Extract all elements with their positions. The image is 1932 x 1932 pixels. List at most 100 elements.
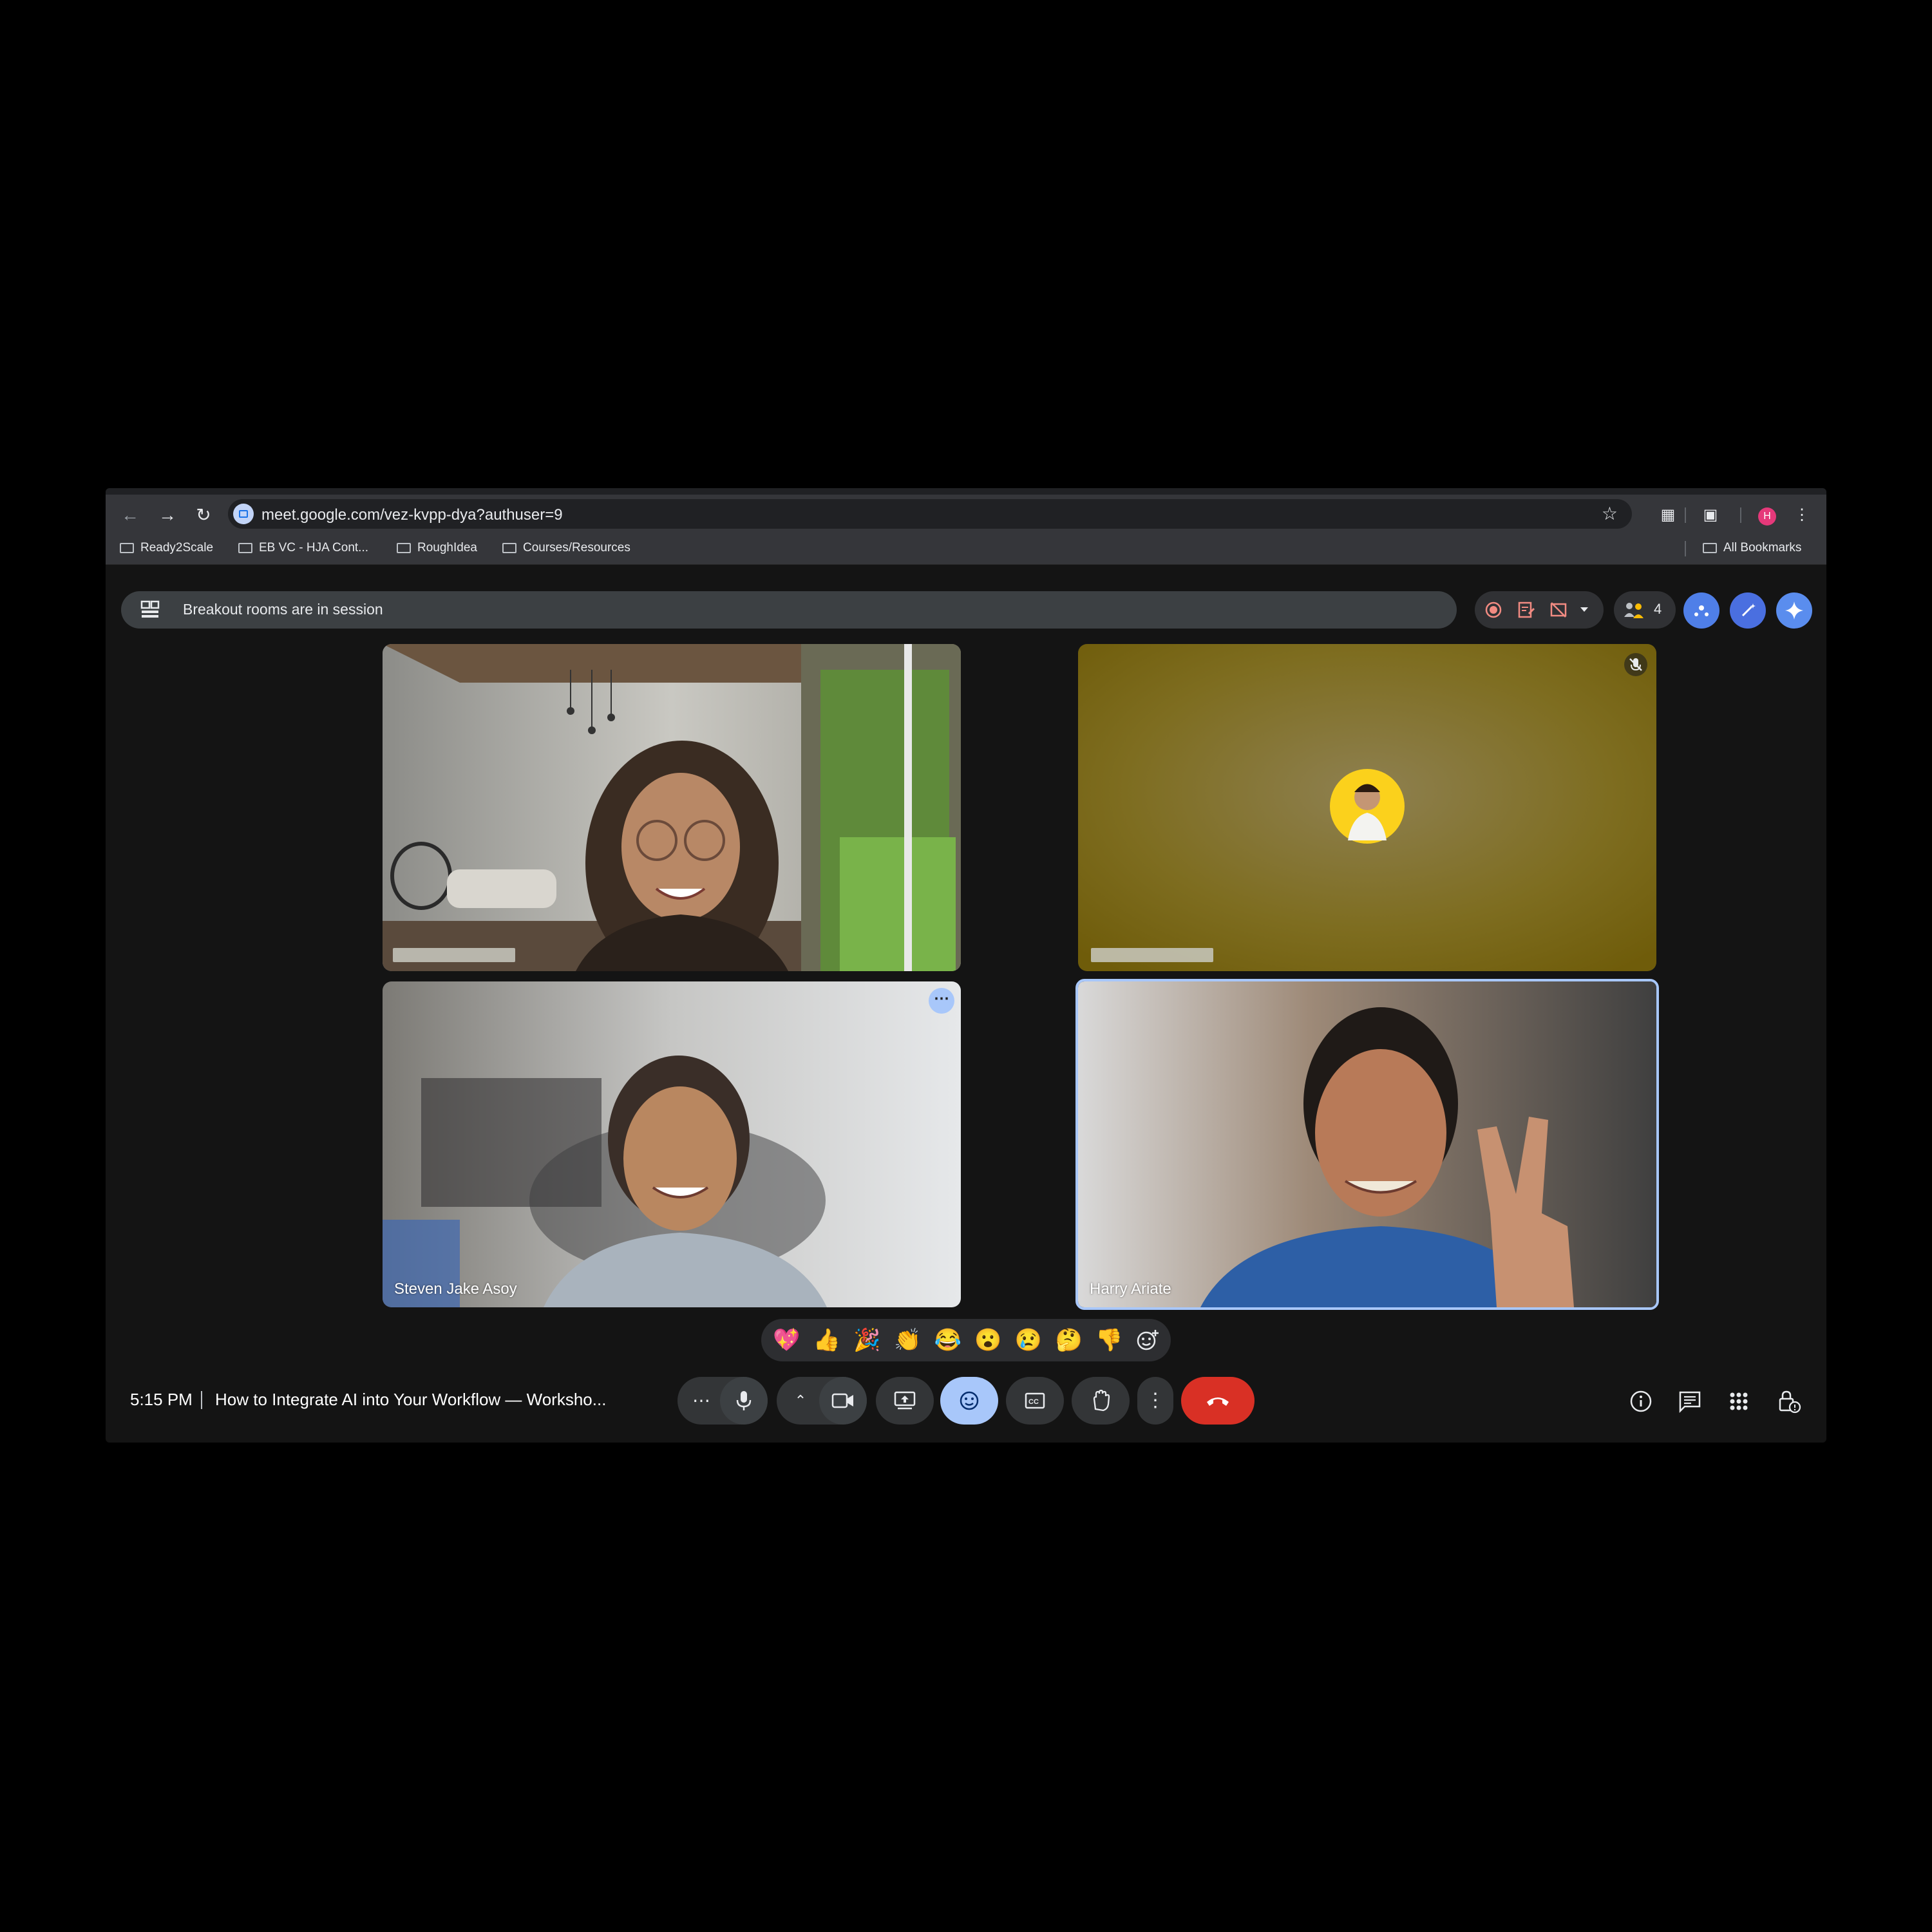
gemini-button[interactable] [1776,592,1812,629]
participant-tile[interactable] [383,644,961,971]
svg-text:CC: CC [1028,1398,1039,1406]
participant-tile[interactable]: ⋯ Steven Jake Asoy [383,981,961,1307]
host-controls-lock-icon[interactable] [1776,1388,1802,1414]
participant-name: Harry Ariate [1090,1280,1171,1298]
participants-pill[interactable]: 4 [1614,591,1676,629]
muted-mic-icon [1624,653,1647,676]
recording-icon[interactable] [1485,601,1502,618]
participant-video [383,644,961,971]
camera-icon [831,1393,853,1408]
more-options-icon[interactable]: ⋯ [929,988,954,1014]
redacted-name [393,948,515,962]
gemini-effects-button[interactable] [1683,592,1719,629]
participant-video [1078,981,1656,1307]
url-text[interactable]: meet.google.com/vez-kvpp-dya?authuser=9 [261,506,563,524]
participant-count: 4 [1654,601,1662,617]
reaction-thinking[interactable]: 🤔 [1056,1327,1083,1353]
reaction-sad[interactable]: 😢 [1015,1327,1042,1353]
browser-toolbar: ← → ↻ meet.google.com/vez-kvpp-dya?authu… [106,495,1826,533]
address-bar[interactable]: meet.google.com/vez-kvpp-dya?authuser=9 … [228,499,1632,529]
bookmark-folder[interactable]: EB VC - HJA Cont... [238,541,368,555]
reaction-thumbs-down[interactable]: 👎 [1095,1327,1122,1353]
reaction-heart[interactable]: 💖 [773,1327,800,1353]
raise-hand-button[interactable] [1072,1377,1130,1425]
site-info-icon[interactable] [233,504,254,524]
folder-icon [120,543,134,553]
camera-button[interactable] [819,1377,867,1425]
captions-button[interactable]: CC [1006,1377,1064,1425]
bookmark-label: Ready2Scale [140,541,214,554]
meeting-title[interactable]: How to Integrate AI into Your Workflow —… [215,1390,606,1410]
cast-search-icon[interactable]: ▣ [1700,505,1721,526]
extensions-icon[interactable]: ▦ [1658,505,1678,526]
tab-strip [106,488,1826,495]
present-screen-icon [894,1391,916,1410]
banner-text: Breakout rooms are in session [183,601,383,618]
participant-name: Steven Jake Asoy [394,1280,517,1298]
microphone-button[interactable] [720,1377,768,1425]
all-bookmarks[interactable]: All Bookmarks [1703,541,1801,555]
folder-icon [1703,543,1717,553]
bookmark-folder[interactable]: Courses/Resources [502,541,630,555]
bookmark-folder[interactable]: Ready2Scale [120,541,213,555]
gemini-sparkle-icon [1785,601,1803,620]
bookmark-label: EB VC - HJA Cont... [259,541,368,554]
bookmark-label: RoughIdea [417,541,477,554]
visual-effects-button[interactable] [1730,592,1766,629]
toolbar-separator [1740,507,1741,523]
transcript-icon[interactable] [1517,601,1535,619]
breakout-banner[interactable]: Breakout rooms are in session [121,591,1457,629]
notes-off-icon[interactable] [1549,601,1567,619]
chat-icon[interactable] [1677,1388,1703,1414]
browser-menu-icon[interactable]: ⋮ [1792,505,1812,526]
toolbar-separator [1685,507,1686,523]
end-call-icon [1207,1397,1229,1406]
microphone-icon [736,1391,752,1410]
bookmark-star-icon[interactable]: ☆ [1602,503,1618,524]
bookmark-label: Courses/Resources [523,541,630,554]
chevron-down-icon[interactable] [1579,605,1589,614]
breakout-rooms-icon [140,600,160,618]
meeting-details-icon[interactable] [1628,1388,1654,1414]
hand-icon [1093,1390,1110,1412]
folder-icon [238,543,252,553]
emoji-icon [960,1391,979,1410]
reaction-surprised[interactable]: 😮 [974,1327,1001,1353]
redacted-name [1091,948,1213,962]
reaction-party[interactable]: 🎉 [853,1327,880,1353]
forward-icon[interactable]: → [156,504,179,527]
all-bookmarks-label: All Bookmarks [1723,541,1802,554]
bookmarks-separator [1685,541,1686,556]
more-options-icon[interactable]: ⋮ [1137,1377,1173,1425]
people-icon [1624,603,1643,618]
folder-icon [397,543,411,553]
add-reaction-icon[interactable] [1136,1329,1159,1352]
folder-icon [502,543,516,553]
reaction-clap[interactable]: 👏 [894,1327,921,1353]
reactions-bar: 💖 👍 🎉 👏 😂 😮 😢 🤔 👎 [761,1319,1171,1361]
present-screen-button[interactable] [876,1377,934,1425]
meeting-time: 5:15 PM [130,1390,193,1409]
time-divider [201,1391,202,1409]
reactions-button[interactable] [940,1377,998,1425]
captions-icon: CC [1025,1392,1045,1409]
reaction-thumbs-up[interactable]: 👍 [813,1327,840,1353]
audio-options-icon[interactable]: ⋯ [677,1377,725,1425]
magic-wand-icon [1741,603,1756,617]
leave-call-button[interactable] [1181,1377,1255,1425]
participant-tile[interactable] [1078,644,1656,971]
video-options-chevron-icon[interactable]: ⌃ [777,1377,824,1425]
participant-video [383,981,961,1307]
browser-window: ← → ↻ meet.google.com/vez-kvpp-dya?authu… [106,488,1826,1443]
reaction-laugh[interactable]: 😂 [934,1327,961,1353]
participant-tile-speaking[interactable]: Harry Ariate [1075,979,1659,1310]
reload-icon[interactable]: ↻ [192,504,215,527]
sparkle-people-icon [1694,605,1709,616]
bookmarks-bar: Ready2Scale EB VC - HJA Cont... RoughIde… [106,533,1826,565]
host-tools-pill [1475,591,1604,629]
activities-grid-icon[interactable] [1726,1388,1752,1414]
profile-avatar[interactable]: H [1758,507,1776,526]
back-icon[interactable]: ← [118,504,142,527]
participant-background [1078,644,1656,971]
bookmark-folder[interactable]: RoughIdea [397,541,477,555]
